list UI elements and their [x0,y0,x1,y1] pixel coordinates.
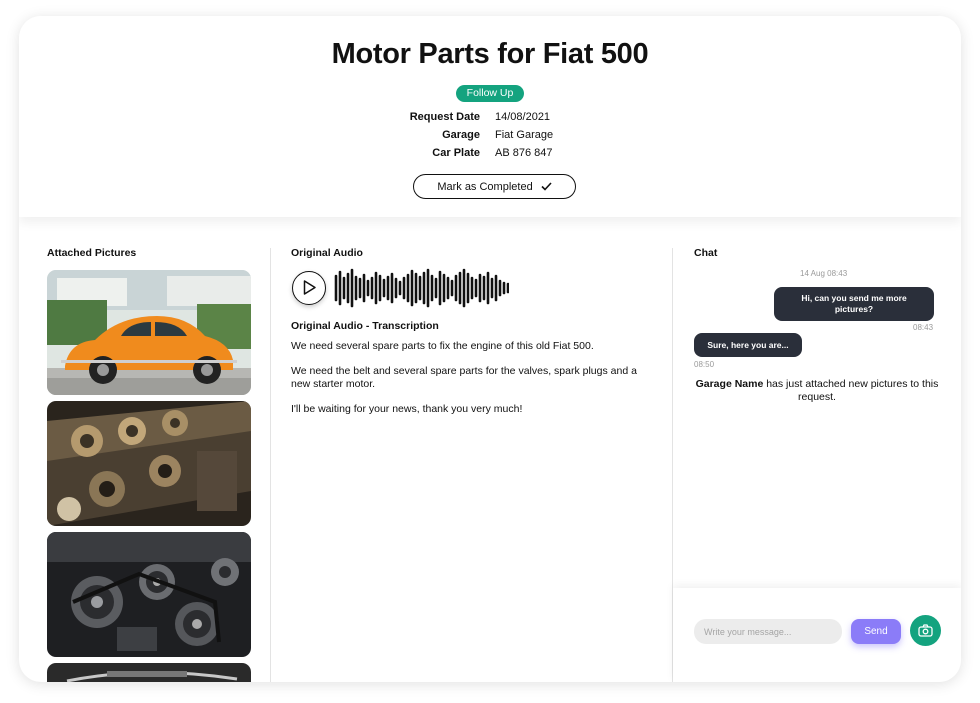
message-input[interactable] [694,619,842,644]
chat-date-stamp: 14 Aug 08:43 [800,269,848,278]
system-message-text: has just attached new pictures to this r… [763,378,939,403]
detail-label: Garage [442,129,480,141]
audio-waveform[interactable] [333,268,509,308]
transcription-heading: Original Audio - Transcription [291,320,439,332]
picture-thumbnail[interactable] [47,663,251,682]
chat-heading: Chat [694,247,718,259]
audio-heading: Original Audio [291,247,363,259]
transcription-paragraph: We need the belt and several spare parts… [291,365,637,390]
message-time: 08:43 [913,323,934,332]
transcription-paragraph: I'll be waiting for your news, thank you… [291,403,523,415]
detail-label: Car Plate [432,147,480,159]
camera-button[interactable] [910,615,941,646]
detail-value: Fiat Garage [495,129,554,141]
orange-beetle-image [47,270,251,395]
picture-thumbnail[interactable] [47,270,251,395]
request-card: Motor Parts for Fiat 500 Follow Up Reque… [19,16,961,682]
status-badge: Follow Up [456,85,524,102]
detail-row: Request Date 14/08/2021 [19,111,961,127]
detail-value: 14/08/2021 [495,111,551,123]
message-time: 08:50 [694,360,715,369]
picture-thumbnail[interactable] [47,532,251,657]
engine-belts-image [47,532,251,657]
mark-completed-label: Mark as Completed [437,180,533,193]
send-button[interactable]: Send [851,619,901,644]
column-divider [270,248,271,682]
detail-row: Car Plate AB 876 847 [19,147,961,163]
detail-value: AB 876 847 [495,147,553,159]
picture-thumbnail[interactable] [47,401,251,526]
transcription-paragraph: We need several spare parts to fix the e… [291,340,594,352]
system-message: Garage Name has just attached new pictur… [692,378,942,404]
engine-image [47,401,251,526]
detail-label: Request Date [409,111,480,123]
camera-icon [918,624,933,637]
partial-image [47,663,251,682]
play-button[interactable] [292,271,326,305]
pictures-heading: Attached Pictures [47,247,137,259]
chat-message-sent: Hi, can you send me more pictures? [774,287,934,321]
check-icon [541,182,552,191]
system-message-name: Garage Name [695,378,764,390]
request-header: Motor Parts for Fiat 500 Follow Up Reque… [19,16,961,217]
mark-completed-button[interactable]: Mark as Completed [413,174,576,199]
chat-message-received: Sure, here you are... [694,333,802,357]
page-title: Motor Parts for Fiat 500 [331,38,649,70]
detail-row: Garage Fiat Garage [19,129,961,145]
play-icon [303,280,316,295]
